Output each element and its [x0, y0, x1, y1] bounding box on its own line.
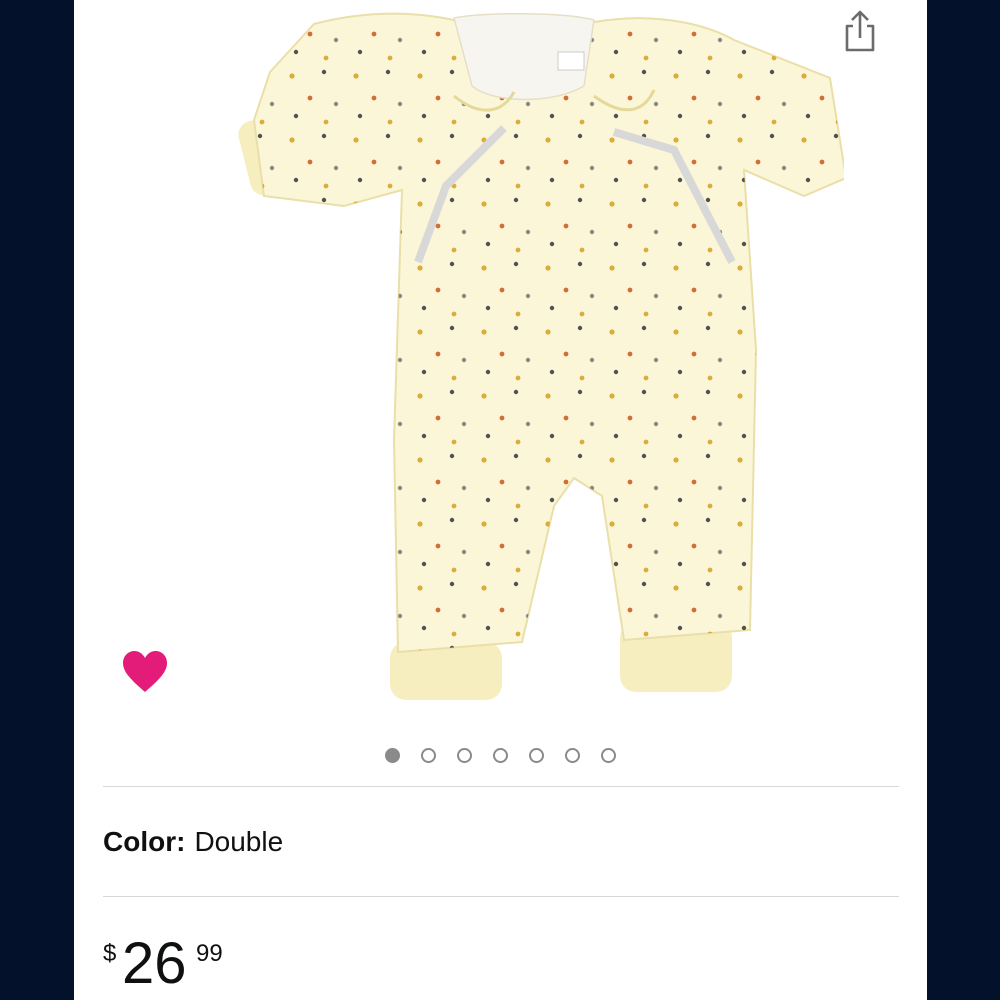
product-page: Color: Double $ 26 99 [74, 0, 927, 1000]
carousel-dot[interactable] [421, 748, 436, 763]
carousel-dot[interactable] [385, 748, 400, 763]
carousel-dot[interactable] [601, 748, 616, 763]
carousel-dot[interactable] [457, 748, 472, 763]
color-selector[interactable]: Color: Double [103, 822, 283, 862]
heart-icon [123, 651, 167, 692]
color-value: Double [194, 826, 284, 857]
product-image[interactable] [154, 0, 844, 720]
divider [103, 896, 899, 897]
price-whole: 26 [122, 931, 187, 996]
image-carousel-indicator [74, 748, 927, 768]
carousel-dot[interactable] [529, 748, 544, 763]
carousel-dot[interactable] [493, 748, 508, 763]
price-fraction: 99 [196, 940, 223, 967]
color-label: Color: [103, 826, 186, 857]
share-icon [845, 10, 875, 52]
divider [103, 786, 899, 787]
wishlist-button[interactable] [118, 646, 172, 698]
carousel-dot[interactable] [565, 748, 580, 763]
price-currency: $ [103, 940, 117, 967]
